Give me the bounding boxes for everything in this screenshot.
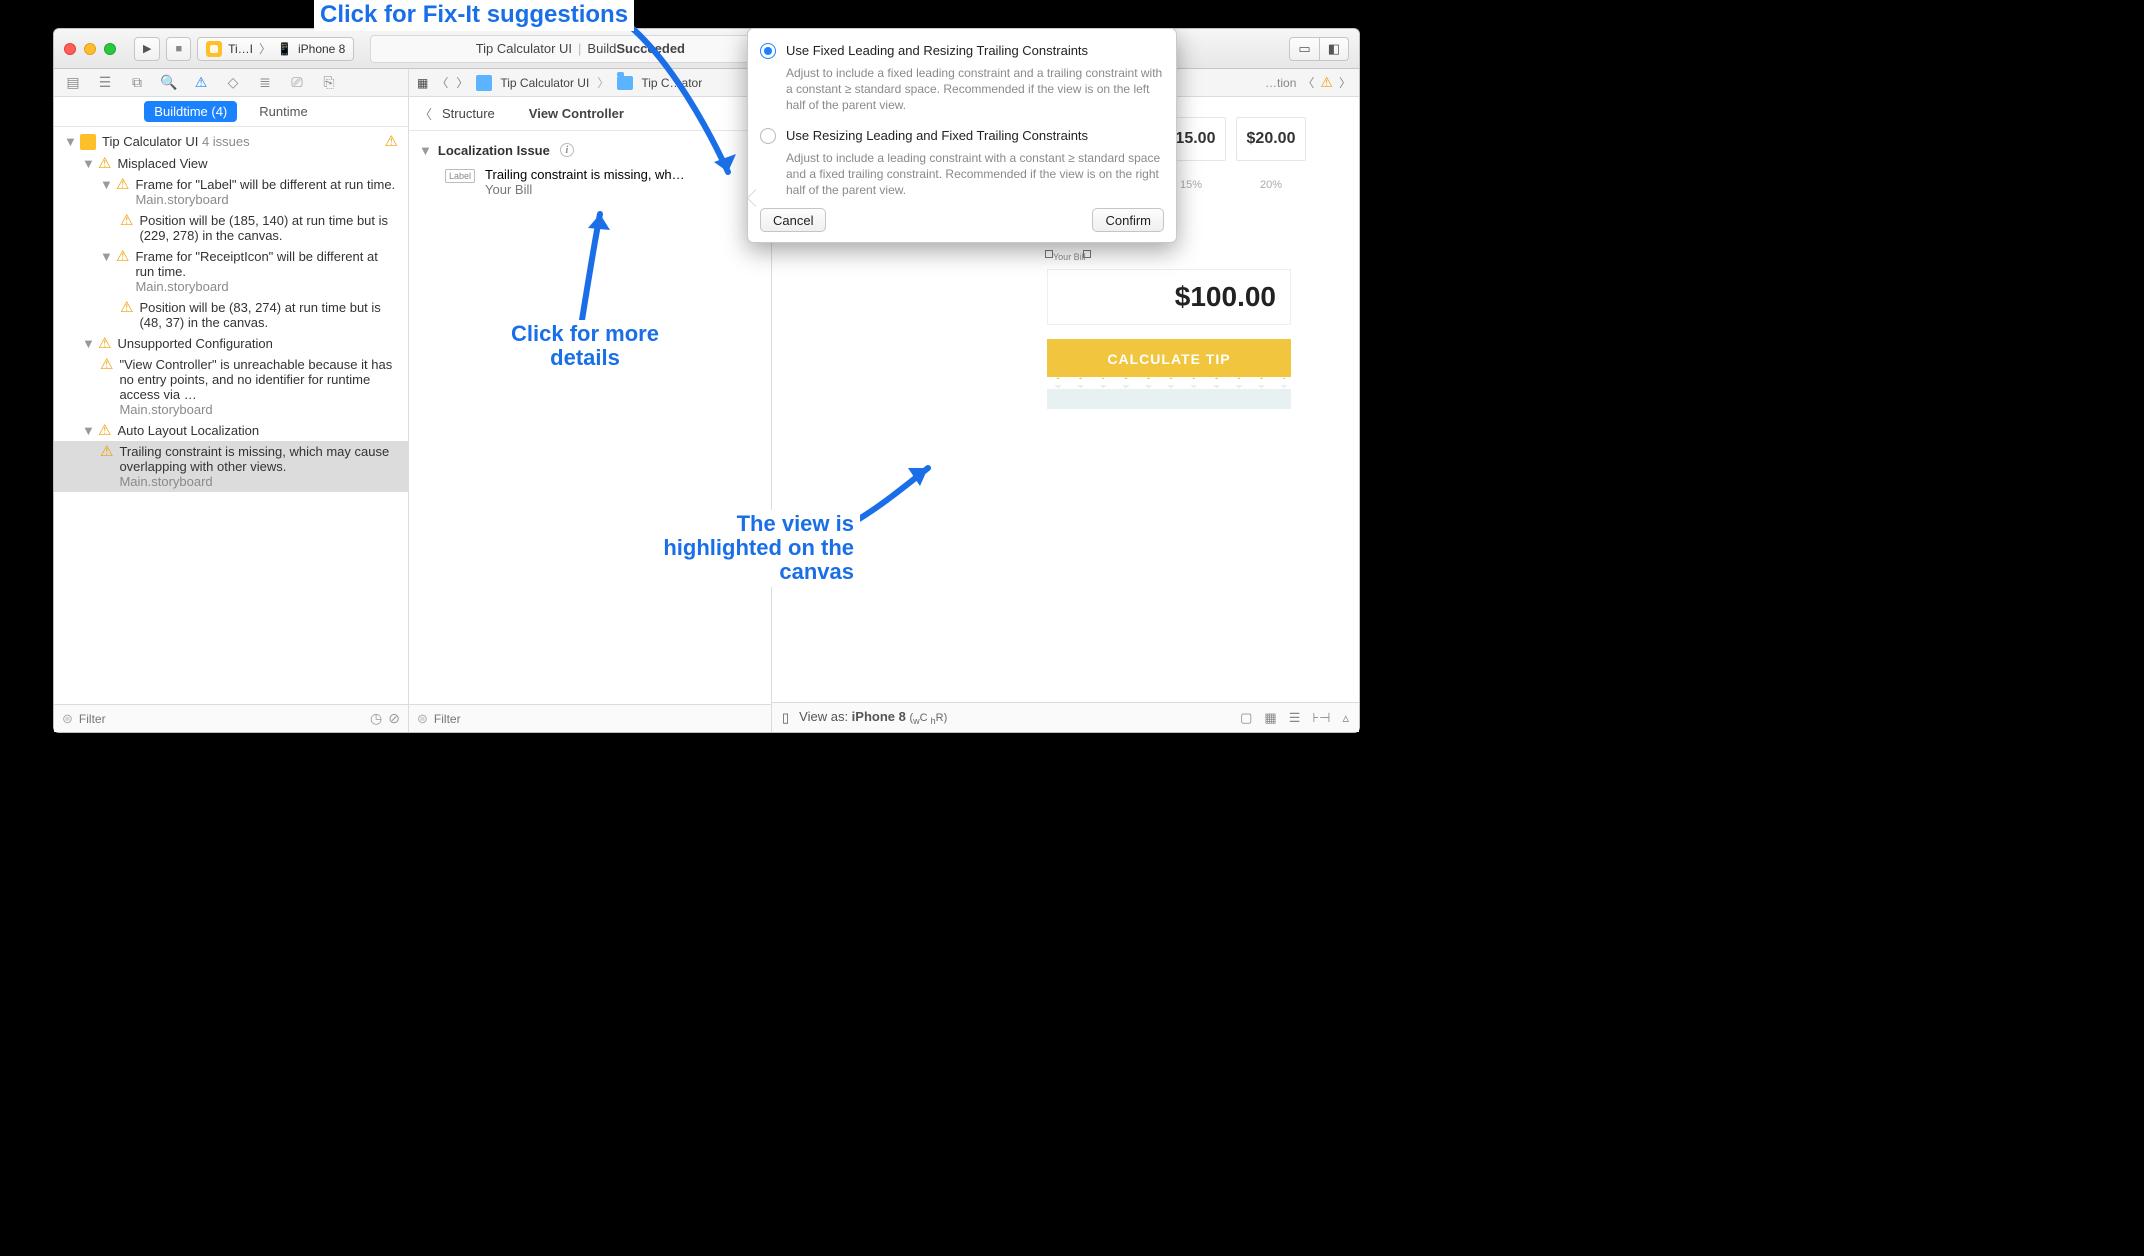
crumb-file[interactable]: Tip Calculator UI <box>500 76 589 90</box>
nav-back-icon[interactable]: 〈 <box>436 74 448 91</box>
issue-tree[interactable]: ▼ Tip Calculator UI 4 issues ⚠ ▼⚠ Mispla… <box>54 127 408 704</box>
option-2-desc: Adjust to include a leading constraint w… <box>786 150 1164 199</box>
find-nav-icon[interactable]: 🔍 <box>160 74 178 91</box>
calculate-tip-button[interactable]: CALCULATE TIP <box>1047 339 1291 379</box>
test-nav-icon[interactable]: ◇ <box>224 74 242 91</box>
annotation-details: Click for more details <box>490 320 680 372</box>
nav-fwd2-icon[interactable]: 〉 <box>1339 74 1351 91</box>
zoom-fit-icon[interactable]: ▢ <box>1240 710 1252 726</box>
warning-icon: ⚠ <box>385 134 398 149</box>
navigator-selector[interactable]: ▤ ☰ ⧉ 🔍 ⚠ ◇ ≣ ⎚ ⎘ <box>54 69 409 96</box>
align-icon[interactable]: ☰ <box>1289 710 1301 726</box>
embed-icon[interactable]: ▦ <box>1264 710 1276 726</box>
issue-detail-pane: 〈 Structure View Controller ▼ Localizati… <box>409 97 772 732</box>
debug-nav-icon[interactable]: ≣ <box>256 74 274 91</box>
scheme-selector[interactable]: Ti…I 〉 📱 iPhone 8 <box>197 37 354 61</box>
issue-navigator: Buildtime (4) Runtime ▼ Tip Calculator U… <box>54 97 409 732</box>
recent-icon[interactable]: ◷ <box>370 710 382 727</box>
project-row[interactable]: ▼ Tip Calculator UI 4 issues ⚠ <box>54 131 408 153</box>
radio-icon[interactable] <box>760 43 776 59</box>
fixit-option-2[interactable]: Use Resizing Leading and Fixed Trailing … <box>760 124 1164 148</box>
fixit-popover: Use Fixed Leading and Resizing Trailing … <box>747 28 1177 243</box>
annotation-fixit: Click for Fix-It suggestions <box>314 0 634 31</box>
arrow-icon <box>610 22 760 192</box>
your-bill-label[interactable]: Your Bill <box>1053 252 1086 262</box>
close-window-button[interactable] <box>64 43 76 55</box>
canvas-footer: ▯ View as: iPhone 8 (wC hR) ▢ ▦ ☰ ⊦⊣ ▵ <box>772 702 1359 732</box>
view-as-label[interactable]: View as: iPhone 8 (wC hR) <box>799 709 947 726</box>
bill-amount-field[interactable]: $100.00 <box>1047 269 1291 325</box>
issue-item[interactable]: ▼⚠ Frame for "ReceiptIcon" will be diffe… <box>54 246 408 297</box>
filter-input[interactable] <box>79 712 364 726</box>
issue-item[interactable]: ⚠ "View Controller" is unreachable becau… <box>54 354 408 420</box>
navigator-filter-bar: ⊜ ◷ ⊘ <box>54 704 408 732</box>
scheme-device-label: iPhone 8 <box>298 42 345 56</box>
device-icon: 📱 <box>277 42 292 56</box>
fixit-option-1[interactable]: Use Fixed Leading and Resizing Trailing … <box>760 39 1164 63</box>
pin-icon[interactable]: ⊦⊣ <box>1312 710 1330 726</box>
storyboard-file-icon <box>476 75 492 91</box>
nav-back2-icon[interactable]: 〈 <box>1302 74 1314 91</box>
breakpoint-nav-icon[interactable]: ⎚ <box>288 74 306 91</box>
resolve-icon[interactable]: ▵ <box>1342 710 1349 726</box>
receipt-edge <box>1047 385 1291 409</box>
crumb-right-text: …tion <box>1265 76 1296 90</box>
detail-filter-bar: ⊜ <box>409 704 771 732</box>
warning-icon[interactable]: ⚠ <box>1320 74 1333 91</box>
scheme-app-label: Ti…I <box>228 42 253 56</box>
issue-group[interactable]: ▼⚠ Auto Layout Localization <box>54 420 408 441</box>
issue-item-selected[interactable]: ⚠ Trailing constraint is missing, which … <box>54 441 408 492</box>
filter-icon[interactable]: ⊜ <box>417 711 428 727</box>
structure-label[interactable]: Structure <box>442 106 495 121</box>
issue-group[interactable]: ▼⚠ Misplaced View <box>54 153 408 174</box>
option-1-desc: Adjust to include a fixed leading constr… <box>786 65 1164 114</box>
buildtime-tab[interactable]: Buildtime (4) <box>144 101 237 122</box>
window-controls <box>64 43 116 55</box>
tip-pct-3: 20% <box>1236 179 1306 191</box>
confirm-button[interactable]: Confirm <box>1092 208 1164 232</box>
info-icon[interactable]: i <box>560 143 574 157</box>
runtime-tab[interactable]: Runtime <box>249 101 317 122</box>
run-button[interactable] <box>134 37 160 61</box>
project-nav-icon[interactable]: ▤ <box>64 74 82 91</box>
errors-only-icon[interactable]: ⊘ <box>388 710 400 727</box>
issue-scope-tabs[interactable]: Buildtime (4) Runtime <box>54 97 408 127</box>
tip-option-3[interactable]: $20.00 <box>1236 117 1306 161</box>
device-bar-icon[interactable]: ▯ <box>782 710 789 726</box>
issue-nav-icon[interactable]: ⚠ <box>192 74 210 91</box>
option-title: Use Fixed Leading and Resizing Trailing … <box>786 43 1088 59</box>
stop-button[interactable] <box>166 37 191 61</box>
standard-editor-button[interactable]: ▭ <box>1289 37 1319 61</box>
annotation-highlight: The view is highlighted on the canvas <box>650 510 860 587</box>
symbol-nav-icon[interactable]: ⧉ <box>128 74 146 91</box>
element-type-tag: Label <box>445 169 475 183</box>
radio-icon[interactable] <box>760 128 776 144</box>
arrow-icon <box>848 458 948 538</box>
issue-subitem[interactable]: ⚠ Position will be (83, 274) at run time… <box>54 297 408 333</box>
assistant-editor-button[interactable]: ◧ <box>1320 37 1349 61</box>
arrow-icon <box>560 200 640 330</box>
filter-input[interactable] <box>434 712 763 726</box>
nav-fwd-icon[interactable]: 〉 <box>456 74 468 91</box>
minimize-window-button[interactable] <box>84 43 96 55</box>
issue-group[interactable]: ▼⚠ Unsupported Configuration <box>54 333 408 354</box>
cancel-button[interactable]: Cancel <box>760 208 826 232</box>
report-nav-icon[interactable]: ⎘ <box>320 74 338 91</box>
project-icon <box>80 134 96 150</box>
status-text-left: Tip Calculator UI <box>476 41 572 56</box>
jump-bar-right: …tion 〈 ⚠ 〉 <box>1265 74 1351 91</box>
back-chevron-icon[interactable]: 〈 <box>419 104 432 123</box>
zoom-window-button[interactable] <box>104 43 116 55</box>
editor-layout-segmented[interactable]: ▭ ◧ <box>1289 37 1349 61</box>
section-title: Localization Issue <box>438 143 550 158</box>
app-icon <box>206 41 222 57</box>
issue-item[interactable]: ▼⚠ Frame for "Label" will be different a… <box>54 174 408 210</box>
related-items-icon[interactable]: ▦ <box>417 76 428 90</box>
filter-icon[interactable]: ⊜ <box>62 711 73 727</box>
issue-subitem[interactable]: ⚠ Position will be (185, 140) at run tim… <box>54 210 408 246</box>
option-title: Use Resizing Leading and Fixed Trailing … <box>786 128 1088 144</box>
chevron-right-icon: 〉 <box>259 40 271 57</box>
source-ctrl-nav-icon[interactable]: ☰ <box>96 74 114 91</box>
